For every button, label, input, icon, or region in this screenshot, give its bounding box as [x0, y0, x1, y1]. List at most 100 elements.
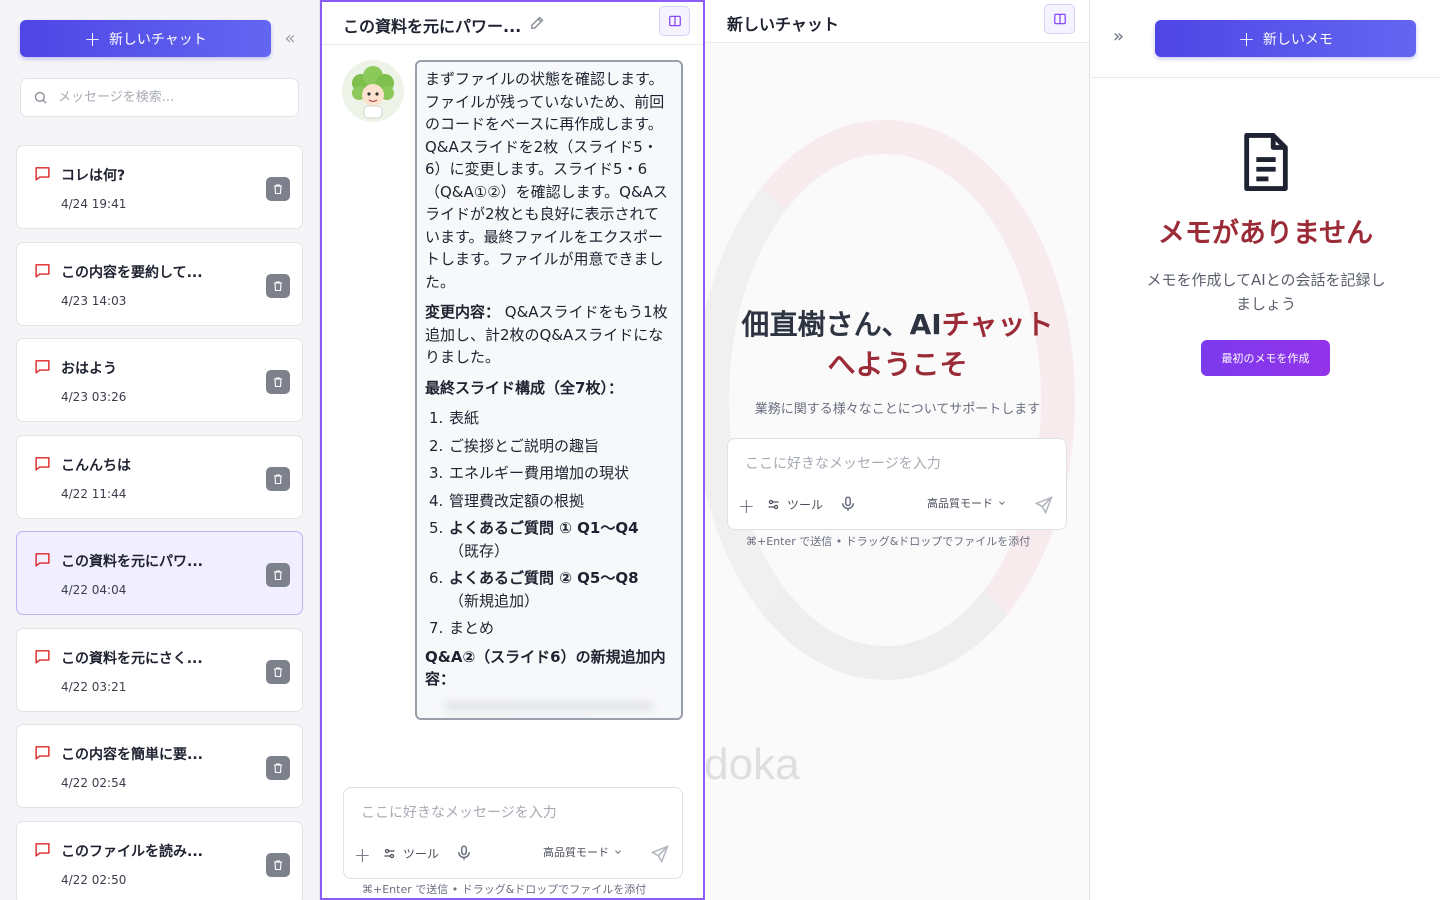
chat-bubble-icon	[35, 263, 50, 278]
mode-select[interactable]: 高品質モード	[927, 495, 1007, 511]
delete-conversation-button[interactable]	[266, 852, 290, 877]
input-hint: ⌘+Enter で送信 • ドラッグ&ドロップでファイルを添付	[746, 535, 1031, 548]
chat-bubble-icon	[35, 167, 50, 181]
chat-panel-active: この資料を元にパワー... まずファイルの状態を確認します。ファイルが残っていな…	[320, 0, 705, 900]
conversation-date: 4/22 11:44	[61, 486, 127, 501]
tools-button[interactable]: ツール	[766, 496, 823, 513]
delete-conversation-button[interactable]	[266, 563, 290, 587]
conversation-date: 4/23 03:26	[61, 390, 127, 404]
conversation-item[interactable]: コレは何? 4/24 19:41	[16, 145, 303, 229]
edit-icon[interactable]	[529, 14, 546, 31]
slide-list-item: 1. 表紙	[429, 409, 480, 427]
message-input[interactable]: ここに好きなメッセージを入力	[745, 453, 941, 473]
chat-title: 新しいチャット	[727, 15, 839, 34]
tools-label: ツール	[787, 498, 824, 512]
conversation-item[interactable]: この内容を要約して... 4/23 14:03	[16, 241, 303, 326]
delete-conversation-button[interactable]	[266, 756, 290, 780]
new-chat-label: 新しいチャット	[108, 31, 207, 48]
attach-plus-icon[interactable]: +	[354, 843, 371, 867]
split-view-button[interactable]	[659, 6, 690, 36]
conversation-list: コレは何? 4/24 19:41 この内容を要約して... 4/23 14:03 おはよ…	[16, 145, 303, 900]
conversation-title: コレは何?	[61, 168, 126, 184]
slide-list-item: 5. よくあるご質問 ① Q1〜Q4 （既存）	[429, 519, 639, 560]
delete-conversation-button[interactable]	[266, 177, 290, 201]
assistant-message: まずファイルの状態を確認します。ファイルが残っていないため、前回のコードをベース…	[415, 60, 683, 720]
chat-input-box: ここに好きなメッセージを入力 + ツール 高品質モード	[727, 438, 1067, 530]
conversation-sidebar: + 新しいチャット « コレは何? 4/24 19:41 この内容を要約して... 4…	[0, 0, 320, 900]
mode-label: 高品質モード	[543, 846, 609, 859]
create-first-memo-button[interactable]: 最初のメモを作成	[1201, 340, 1330, 376]
slide-list-item: 2. ご挨拶とご説明の趣旨	[429, 436, 600, 455]
chat-bubble-icon	[35, 649, 50, 664]
message-fade	[425, 700, 673, 719]
conversation-date: 4/23 14:03	[61, 293, 127, 308]
conversation-item[interactable]: このファイルを読み... 4/22 02:50	[16, 820, 303, 900]
chat-bubble-icon	[35, 746, 50, 760]
tools-button[interactable]: ツール	[382, 845, 439, 862]
new-memo-button[interactable]: + 新しいメモ	[1155, 20, 1416, 57]
sliders-icon	[384, 848, 395, 859]
delete-conversation-button[interactable]	[266, 273, 290, 298]
attach-plus-icon[interactable]: +	[738, 494, 755, 518]
conversation-item[interactable]: おはよう 4/23 03:26	[16, 338, 303, 422]
mic-icon[interactable]	[455, 843, 473, 863]
trash-icon	[274, 859, 282, 870]
trash-icon	[274, 763, 282, 774]
search-input[interactable]	[58, 90, 278, 105]
send-icon[interactable]	[650, 844, 670, 864]
delete-conversation-button[interactable]	[266, 370, 290, 394]
slide-list-item: 7. まとめ	[429, 619, 495, 637]
split-view-icon	[668, 15, 681, 27]
chat-panel-new: Madoka 新しいチャット 佃直樹さん、AIチャット へようこそ 業務に関する…	[705, 0, 1090, 900]
conversation-date: 4/24 19:41	[61, 197, 127, 211]
empty-memo-description: メモを作成してAIとの会話を記録しましょう	[1146, 271, 1386, 313]
tools-label: ツール	[403, 847, 440, 861]
trash-icon	[274, 377, 282, 388]
conversation-title: この内容を要約して...	[61, 264, 203, 281]
welcome-subtitle: 業務に関する様々なことについてサポートします	[754, 402, 1041, 417]
conversation-title: この資料を元にさく...	[61, 650, 203, 667]
message-qa-heading: Q&A②（スライド6）の新規追加内容：	[425, 647, 666, 689]
conversation-item[interactable]: こんんちは 4/22 11:44	[16, 434, 303, 519]
message-input[interactable]: ここに好きなメッセージを入力	[361, 802, 557, 822]
send-icon[interactable]	[1034, 495, 1054, 515]
conversation-item[interactable]: この内容を簡単に要... 4/22 02:54	[16, 724, 303, 808]
delete-conversation-button[interactable]	[266, 659, 290, 684]
collapse-sidebar-button[interactable]: «	[278, 26, 302, 50]
document-icon	[1244, 133, 1288, 191]
slide-list: 1. 表紙 2. ご挨拶とご説明の趣旨 3. エネルギー費用増加の現状 4. 管理費改定額の根…	[425, 407, 673, 640]
input-hint: ⌘+Enter で送信 • ドラッグ&ドロップでファイルを添付	[362, 883, 647, 896]
trash-icon	[274, 280, 282, 291]
conversation-title: この資料を元にパワ...	[61, 554, 203, 570]
trash-icon	[274, 473, 282, 484]
slide-list-item: 3. エネルギー費用増加の現状	[429, 464, 630, 482]
memo-panel: » + 新しいメモ メモがありません メモを作成してAIとの会話を記録しましょう…	[1091, 0, 1440, 900]
mode-select[interactable]: 高品質モード	[543, 844, 623, 860]
message-intro: まずファイルの状態を確認します。ファイルが残っていないため、前回のコードをベース…	[425, 70, 668, 291]
new-chat-button[interactable]: + 新しいチャット	[20, 20, 271, 57]
plus-icon: +	[84, 26, 101, 51]
conversation-item[interactable]: この資料を元にパワ... 4/22 04:04	[16, 531, 303, 615]
mic-icon[interactable]	[839, 494, 857, 514]
expand-right-icon[interactable]: »	[1113, 26, 1124, 47]
message-change: 変更内容： Q&Aスライドをもう1枚追加し、計2枚のQ&Aスライドになりました。	[425, 303, 668, 366]
search-box	[20, 78, 299, 117]
delete-conversation-button[interactable]	[266, 466, 290, 491]
new-memo-label: 新しいメモ	[1262, 31, 1333, 48]
watermark-text: Madoka	[705, 740, 800, 789]
message-structure-heading: 最終スライド構成（全7枚）：	[425, 378, 623, 397]
conversation-item[interactable]: この資料を元にさく... 4/22 03:21	[16, 627, 303, 712]
chat-bubble-icon	[35, 842, 50, 857]
chat-header: 新しいチャット	[705, 0, 1089, 43]
conversation-date: 4/22 02:54	[61, 776, 127, 790]
trash-icon	[274, 184, 282, 195]
chevron-down-icon	[615, 850, 621, 854]
slide-list-item: 6. よくあるご質問 ② Q5〜Q8 （新規追加）	[429, 569, 639, 610]
chat-bubble-icon	[35, 360, 50, 374]
conversation-title: このファイルを読み...	[61, 843, 203, 860]
chevron-down-icon	[999, 501, 1005, 505]
chat-title[interactable]: この資料を元にパワー...	[343, 13, 521, 37]
memo-header: » + 新しいメモ	[1091, 0, 1440, 78]
split-view-button[interactable]	[1044, 4, 1075, 34]
empty-memo-title: メモがありません	[1157, 218, 1374, 249]
